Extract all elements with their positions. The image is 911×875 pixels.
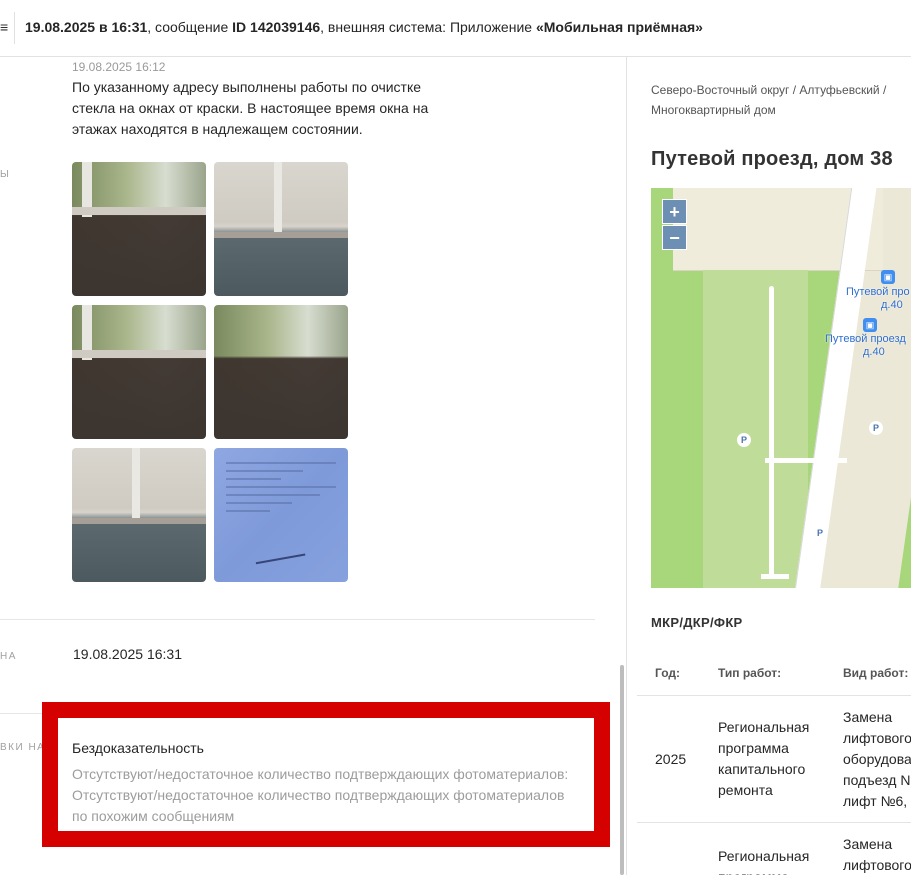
bus-stop-label: Путевой проезд д.40 (825, 333, 906, 358)
location-map[interactable]: P P P ▣ Путевой про д.40 ▣ Путевой проез… (651, 188, 911, 588)
field-label: на (0, 651, 17, 662)
map-path (769, 286, 774, 578)
breadcrumb-object-type: Многоквартирный дом (651, 103, 776, 117)
breadcrumb: Северо-Восточный округ / Алтуфьевский / … (651, 80, 911, 120)
rejection-reason-title: Бездоказательность (72, 740, 204, 756)
rejection-reason-description: Отсутствуют/недостаточное количество под… (72, 766, 569, 824)
field-label: вки на (0, 742, 46, 753)
map-zoom-controls: + − (662, 199, 687, 251)
parking-icon: P (813, 526, 827, 540)
rejection-reason-highlight: Бездоказательность Отсутствуют/недостато… (42, 702, 610, 847)
photo-thumbnail[interactable] (72, 162, 206, 296)
parking-icon: P (869, 421, 883, 435)
bus-stop-icon[interactable]: ▣ (863, 318, 877, 332)
map-lawn (703, 270, 808, 588)
message-text: По указанному адресу выполнены работы по… (72, 79, 429, 137)
column-header-year: Год: (655, 666, 680, 680)
bus-stop-label: Путевой про д.40 (846, 286, 910, 311)
header-text: , сообщение (147, 19, 233, 35)
map-path (761, 574, 789, 579)
table-cell-year: 2025 (655, 751, 687, 767)
rejection-reason-card: Бездоказательность Отсутствуют/недостато… (58, 718, 594, 831)
header-bar: ≡ 19.08.2025 в 16:31, сообщение ID 14203… (0, 0, 911, 57)
map-path (765, 458, 847, 463)
document-photo-thumbnail[interactable] (214, 448, 348, 582)
table-cell-kind: Замена лифтового (843, 836, 911, 873)
external-system-name: «Мобильная приёмная» (535, 19, 703, 35)
column-header-kind: Вид работ: (843, 666, 909, 680)
document-lines (226, 462, 336, 518)
signature-mark (252, 535, 306, 565)
message-panel: 19.08.2025 16:12 По указанному адресу вы… (0, 57, 625, 875)
zoom-in-button[interactable]: + (662, 199, 687, 224)
address-title: Путевой проезд, дом 38 (651, 148, 893, 170)
zoom-out-button[interactable]: − (662, 225, 687, 250)
message-header: 19.08.2025 в 16:31, сообщение ID 1420391… (25, 19, 703, 35)
photo-thumbnail[interactable] (214, 162, 348, 296)
works-section-title: МКР/ДКР/ФКР (651, 615, 743, 630)
table-cell-type: Региональная программа (718, 848, 810, 875)
header-text: , внешняя система: Приложение (320, 19, 536, 35)
field-label: ы (0, 169, 11, 180)
message-date: 19.08.2025 16:12 (72, 60, 166, 74)
column-header-type: Тип работ: (718, 666, 782, 680)
date-field-value: 19.08.2025 16:31 (73, 646, 182, 662)
location-panel: Северо-Восточный округ / Алтуфьевский / … (627, 57, 911, 875)
table-cell-kind: Замена лифтового оборудова подъезд N лиф… (843, 709, 911, 809)
breadcrumb-path: Северо-Восточный округ / Алтуфьевский / (651, 83, 887, 97)
message-id: ID 142039146 (232, 19, 321, 35)
message-datetime: 19.08.2025 в 16:31 (25, 19, 148, 35)
scrollbar[interactable] (620, 665, 624, 875)
table-header-divider (637, 695, 911, 696)
table-cell-type: Региональная программа капитального ремо… (718, 719, 810, 798)
header-divider (14, 12, 15, 44)
divider (0, 619, 595, 620)
photo-thumbnail[interactable] (214, 305, 348, 439)
table-row-divider (637, 822, 911, 823)
menu-icon[interactable]: ≡ (0, 19, 8, 35)
photo-thumbnail[interactable] (72, 448, 206, 582)
parking-icon: P (737, 433, 751, 447)
bus-stop-icon[interactable]: ▣ (881, 270, 895, 284)
photo-thumbnail[interactable] (72, 305, 206, 439)
